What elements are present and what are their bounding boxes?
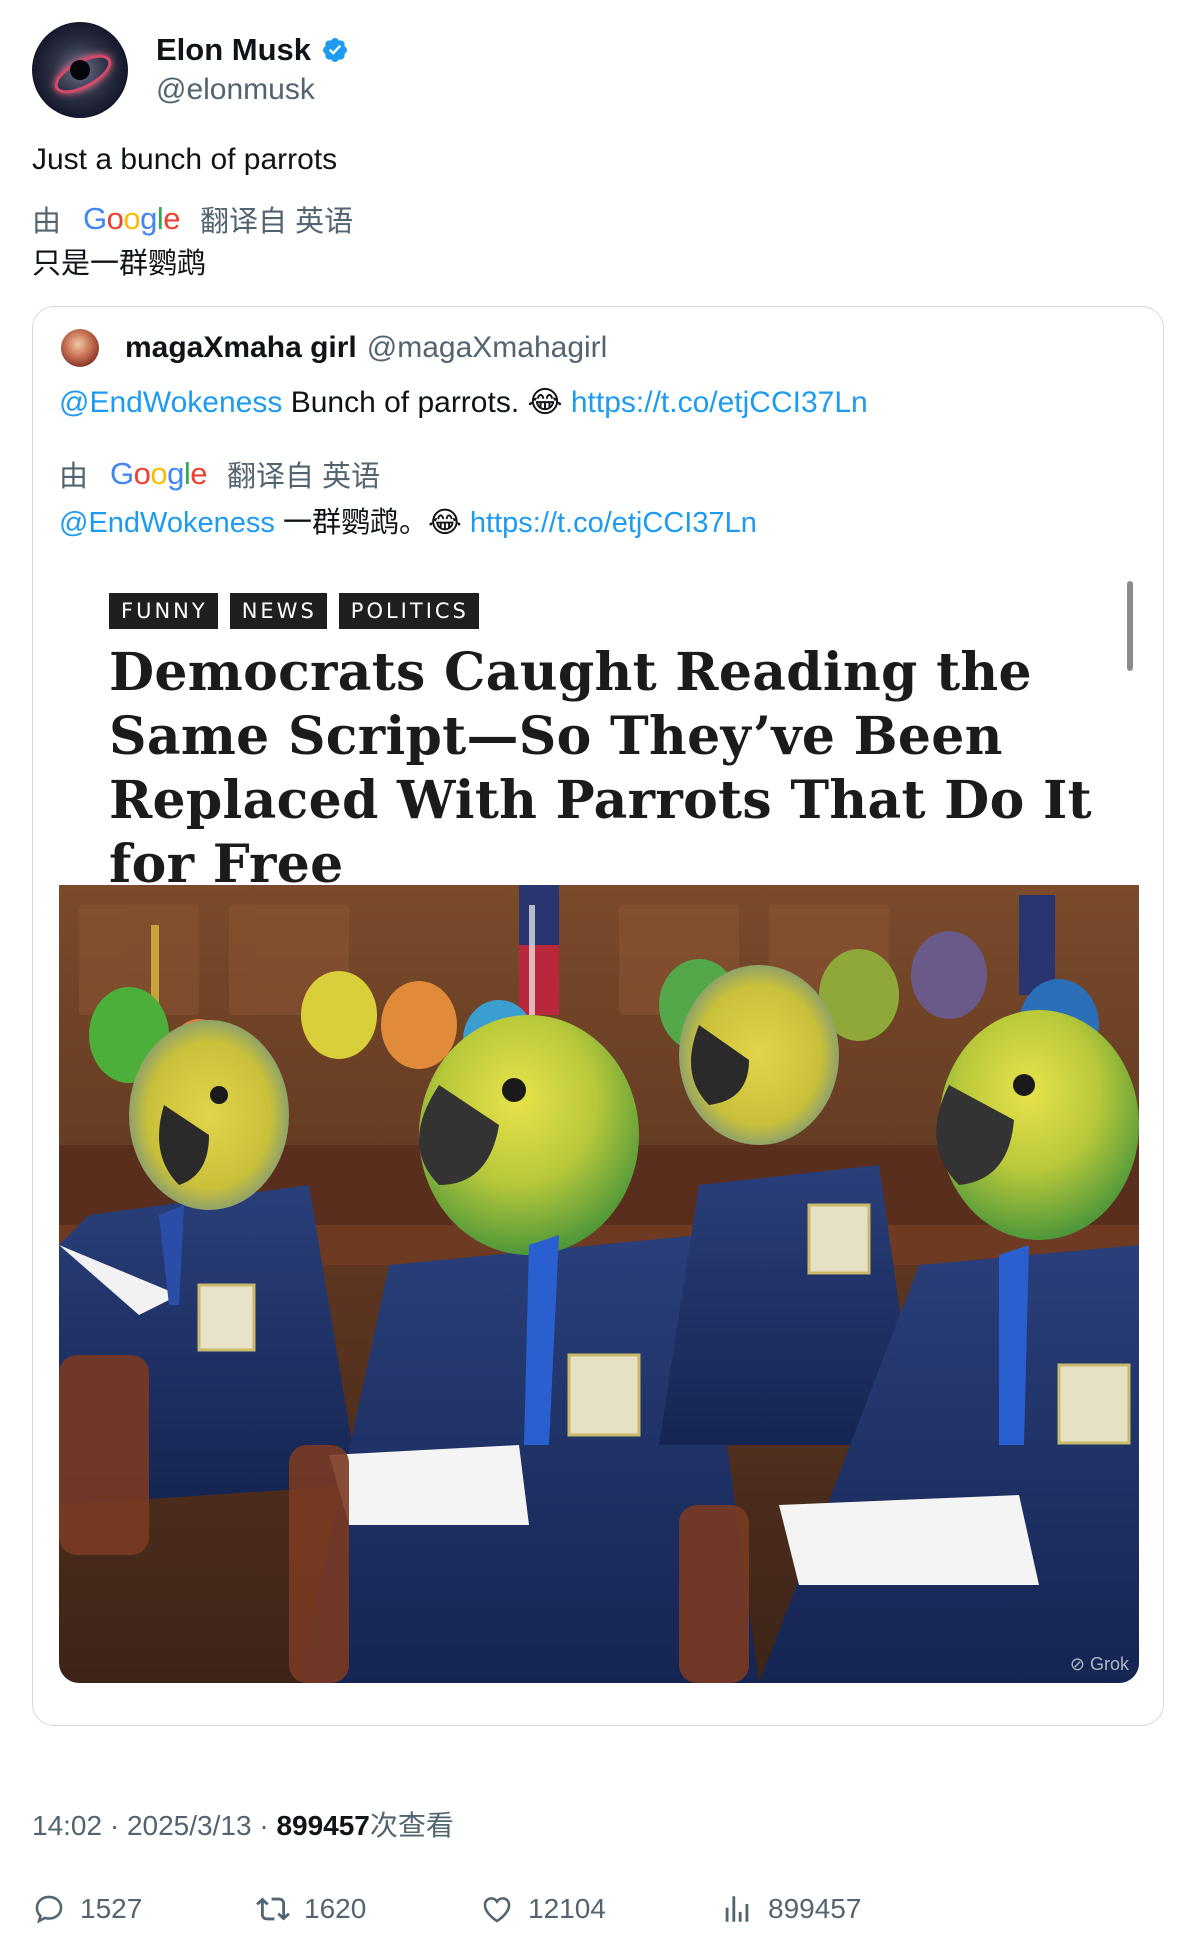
translation-prefix: 由 [32, 206, 62, 238]
quoted-tweet-card[interactable]: magaXmaha girl @magaXmahagirl @EndWokene… [32, 306, 1164, 1726]
quoted-author-display-name[interactable]: magaXmaha girl [125, 331, 357, 365]
reply-count: 1527 [80, 1893, 143, 1924]
quoted-author-avatar[interactable] [61, 329, 99, 367]
mention-link[interactable]: @EndWokeness [59, 386, 282, 419]
author-handle[interactable]: @elonmusk [156, 70, 349, 110]
translated-mention-link[interactable]: @EndWokeness [59, 507, 275, 539]
repost-icon [256, 1897, 290, 1921]
repost-count: 1620 [304, 1893, 367, 1924]
quoted-text-body: Bunch of parrots. 😂 [282, 386, 571, 419]
reply-icon [35, 1895, 63, 1924]
grok-watermark: ⊘ Grok [1069, 1654, 1129, 1674]
author-avatar[interactable] [32, 22, 128, 118]
article-headline: Democrats Caught Reading the Same Script… [109, 642, 1092, 895]
like-button[interactable]: 12104 [480, 1892, 720, 1926]
article-tags: FUNNY NEWS POLITICS [109, 593, 479, 629]
quoted-translation-suffix: 翻译自 英语 [227, 461, 381, 493]
quoted-translated-body: 一群鹦鹉。😂 [274, 507, 470, 539]
parrots-in-suits-photo[interactable]: ⊘ Grok [59, 885, 1139, 1683]
quoted-tweet-header: magaXmaha girl @magaXmahagirl [59, 327, 1139, 369]
tweet-actions: 1527 1620 12104 899457 [32, 1892, 861, 1926]
tweet-text: Just a bunch of parrots [32, 143, 338, 176]
tweet-time[interactable]: 14:02 [32, 1810, 102, 1841]
views-label: 次查看 [369, 1810, 454, 1841]
analytics-icon [725, 1896, 749, 1922]
like-count: 12104 [528, 1893, 606, 1924]
quoted-author-handle[interactable]: @magaXmahagirl [367, 331, 608, 365]
media-scrollbar[interactable] [1127, 581, 1133, 671]
tweet: Elon Musk @elonmusk Just a bunch of parr… [32, 22, 1164, 1726]
tag-funny: FUNNY [109, 593, 218, 629]
quoted-media[interactable]: FUNNY NEWS POLITICS Democrats Caught Rea… [59, 563, 1139, 1685]
verified-badge-icon [323, 38, 347, 62]
quoted-translation-prefix: 由 [59, 461, 89, 493]
views-button[interactable]: 899457 [720, 1892, 861, 1926]
media-link[interactable]: https://t.co/etjCCI37Ln [571, 386, 868, 419]
quoted-translation-attribution[interactable]: 由 Google 翻译自 英语 [59, 453, 1139, 495]
google-logo: Google [110, 456, 208, 491]
google-logo: Google [83, 201, 181, 236]
reply-button[interactable]: 1527 [32, 1892, 256, 1926]
parrot-illustration [59, 885, 1139, 1683]
author-names: Elon Musk @elonmusk [156, 30, 349, 110]
author-display-name[interactable]: Elon Musk [156, 30, 311, 70]
tag-politics: POLITICS [338, 593, 479, 629]
translated-text: 只是一群鹦鹉 [32, 248, 207, 280]
translation-attribution[interactable]: 由 Google 翻译自 英语 [32, 198, 1164, 240]
translation-suffix: 翻译自 英语 [200, 206, 354, 238]
avatar-core-graphic [70, 60, 90, 80]
translated-media-link[interactable]: https://t.co/etjCCI37Ln [470, 507, 757, 539]
quoted-tweet-text: @EndWokeness Bunch of parrots. 😂 https:/… [59, 381, 1139, 425]
tweet-meta: 14:02 · 2025/3/13 · 899457次查看 [32, 1810, 454, 1841]
author-display-name-row[interactable]: Elon Musk [156, 30, 349, 70]
quoted-translated-text: @EndWokeness 一群鹦鹉。😂 https://t.co/etjCCI3… [59, 501, 1139, 545]
heart-icon [483, 1897, 511, 1923]
tweet-date[interactable]: 2025/3/13 [127, 1810, 252, 1841]
views-count: 899457 [276, 1810, 370, 1841]
tag-news: NEWS [229, 593, 327, 629]
views-action-count: 899457 [768, 1893, 862, 1924]
tweet-header: Elon Musk @elonmusk [32, 22, 1164, 118]
repost-button[interactable]: 1620 [256, 1892, 480, 1926]
